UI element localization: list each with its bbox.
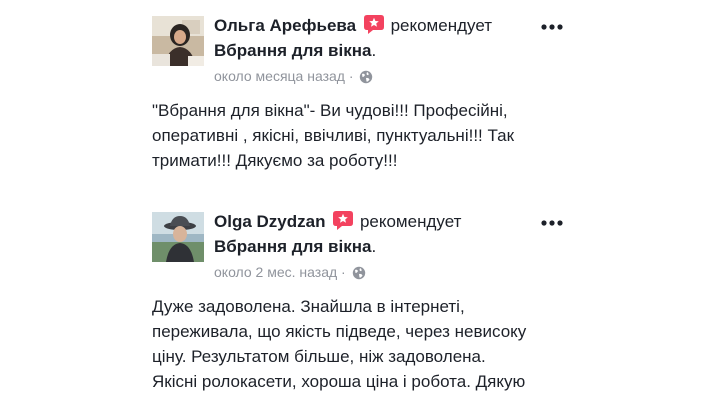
author-avatar[interactable] [152,16,204,66]
post-meta: около месяца назад · [214,67,373,88]
recommend-star-icon [333,211,354,230]
recommended-page-line: Вбрання для вікна. [214,236,376,258]
recommend-star-icon [363,15,384,34]
avatar-photo [152,212,204,262]
post-meta: около 2 мес. назад · [214,263,366,284]
review-text: Дуже задоволена. Знайшла в інтернеті, пе… [152,297,527,391]
page-suffix: . [371,237,377,256]
more-options-button[interactable] [540,214,568,232]
globe-icon [359,70,373,88]
recommended-page-link[interactable]: Вбрання для вікна [214,237,371,256]
avatar-photo [152,16,204,66]
post-timestamp[interactable]: около месяца назад [214,68,345,84]
recommended-page-line: Вбрання для вікна. [214,40,376,62]
post-header: Ольга Арефьева рекомендует [214,15,492,37]
author-avatar[interactable] [152,212,204,262]
meta-separator: · [341,264,346,280]
author-name[interactable]: Ольга Арефьева [214,16,356,35]
post-header: Olga Dzydzan рекомендует [214,211,461,233]
page-suffix: . [371,41,377,60]
recommended-page-link[interactable]: Вбрання для вікна [214,41,371,60]
more-options-button[interactable] [540,18,568,36]
more-options-icon [541,24,563,30]
more-options-icon [541,220,563,226]
globe-icon [352,266,366,284]
recommend-verb: рекомендует [359,212,462,231]
meta-separator: · [348,68,354,84]
author-name[interactable]: Olga Dzydzan [214,212,325,231]
review-text: "Вбрання для вікна"- Ви чудові!!! Профес… [152,101,515,170]
recommend-verb: рекомендует [390,16,492,35]
post-timestamp[interactable]: около 2 мес. назад [214,264,337,280]
